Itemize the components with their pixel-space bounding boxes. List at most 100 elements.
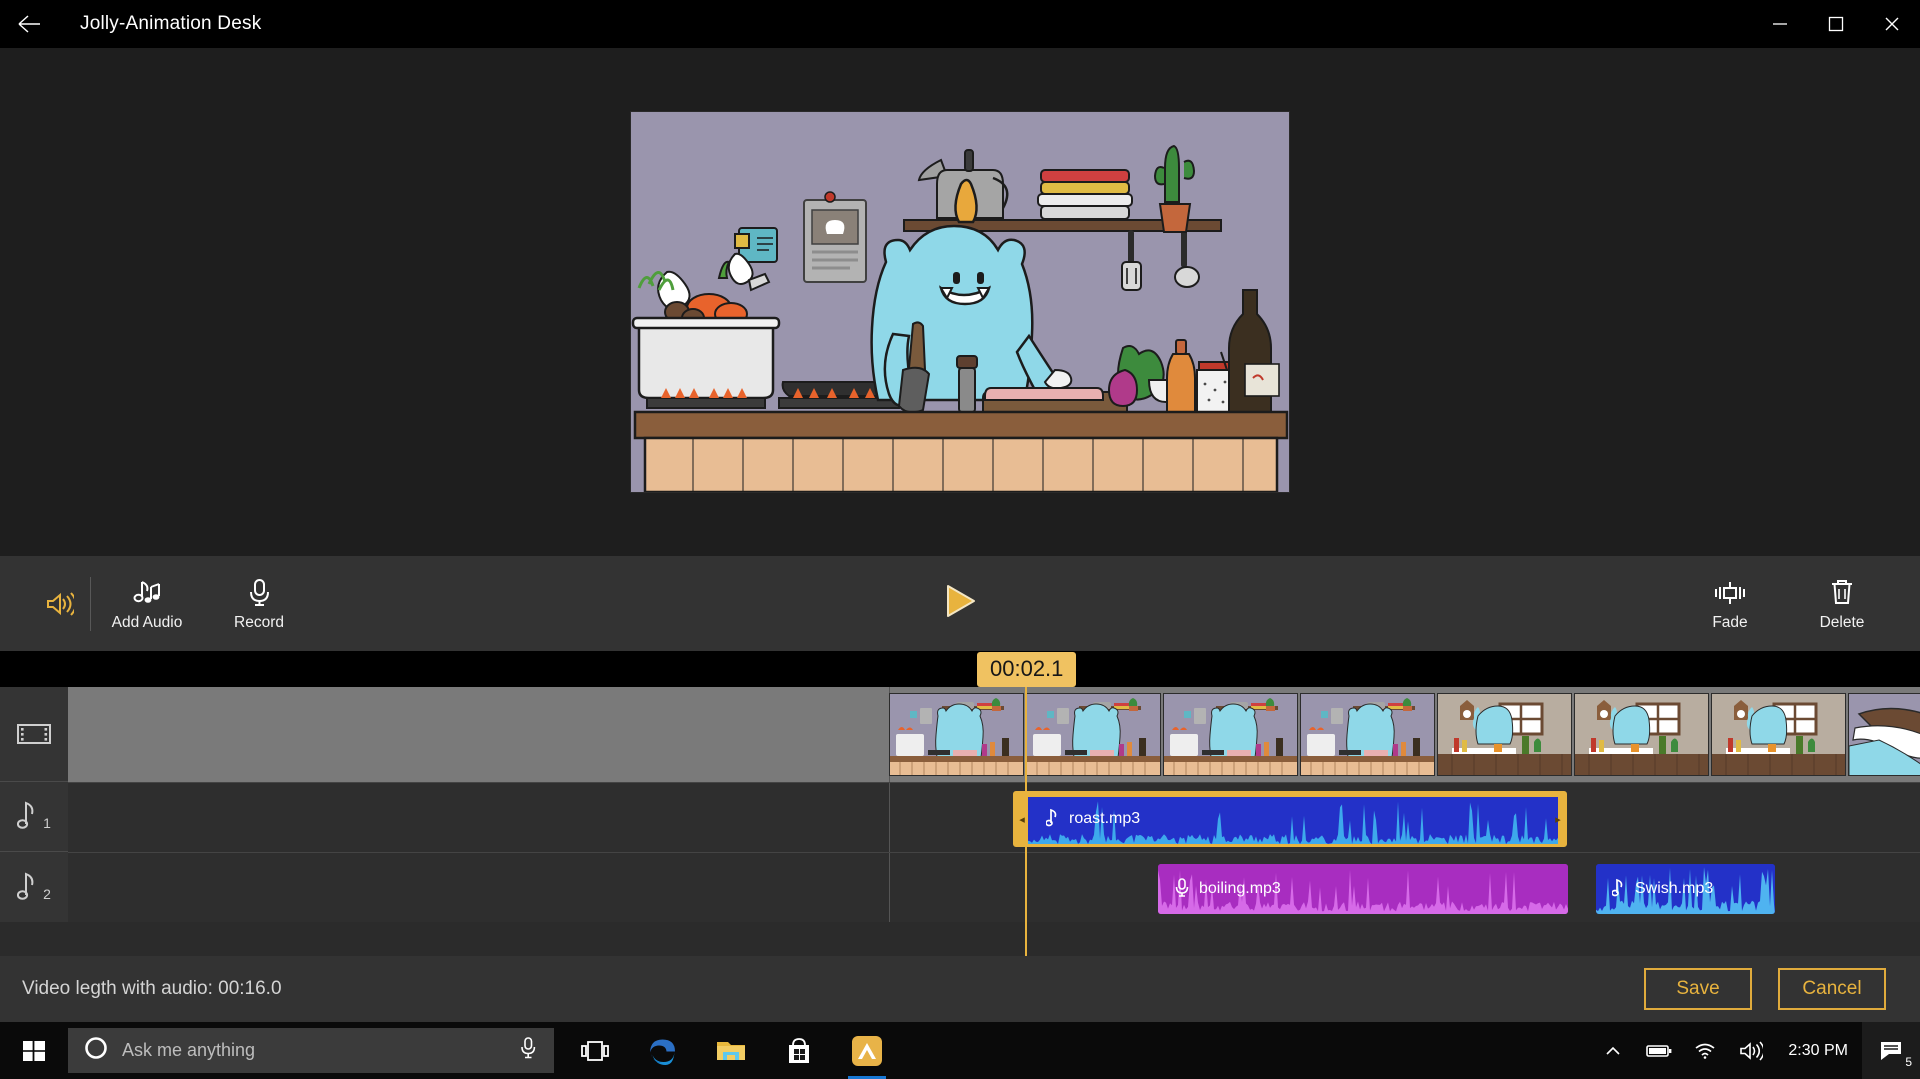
volume-icon[interactable] [1728, 1022, 1774, 1079]
title-bar: Jolly-Animation Desk [0, 0, 1920, 48]
task-view-icon [580, 1040, 610, 1062]
play-button[interactable] [943, 583, 977, 624]
music-note-icon [17, 798, 43, 835]
taskbar-apps [564, 1022, 898, 1079]
video-frame-thumbnail[interactable] [1848, 693, 1920, 776]
clip-label-roast: roast.mp3 [1030, 794, 1140, 844]
music-note-icon [1612, 877, 1626, 902]
film-strip-icon [16, 721, 52, 747]
video-frame-thumbnail[interactable] [1163, 693, 1298, 776]
notification-icon [1878, 1039, 1904, 1063]
save-button[interactable]: Save [1644, 968, 1752, 1010]
track-lane-audio2[interactable]: boiling.mp3 Swish.mp3 [68, 852, 1920, 922]
window-controls [1752, 0, 1920, 48]
video-frames-strip[interactable] [889, 693, 1920, 776]
action-center-button[interactable]: 5 [1862, 1022, 1920, 1079]
clip-label-swish: Swish.mp3 [1596, 864, 1713, 914]
record-label: Record [234, 614, 284, 632]
music-notes-icon [132, 576, 162, 606]
volume-button[interactable] [28, 591, 90, 617]
search-box[interactable]: Ask me anything [68, 1028, 554, 1073]
preview-stage [0, 48, 1920, 556]
app-root: Jolly-Animation Desk [0, 0, 1920, 1079]
battery-icon[interactable] [1636, 1022, 1682, 1079]
notification-count: 5 [1905, 1055, 1912, 1069]
back-arrow-icon [15, 10, 43, 38]
add-audio-label: Add Audio [112, 614, 183, 632]
video-frame-thumbnail[interactable] [1026, 693, 1161, 776]
status-bar: Video legth with audio: 00:16.0 Save Can… [0, 956, 1920, 1022]
clip-label-boiling: boiling.mp3 [1158, 864, 1281, 914]
file-explorer-icon [715, 1038, 747, 1064]
clip-name-boiling: boiling.mp3 [1199, 880, 1281, 898]
cortana-circle-icon [84, 1036, 108, 1065]
lane-start-marker [889, 853, 890, 922]
speaker-volume-icon [44, 591, 74, 617]
track-lane-audio1[interactable]: ◂ ▸ roast.mp3 [68, 782, 1920, 852]
video-frame-thumbnail[interactable] [1711, 693, 1846, 776]
track-head-audio1[interactable]: 1 [0, 782, 68, 852]
maximize-button[interactable] [1808, 0, 1864, 48]
microphone-icon [1174, 877, 1190, 902]
audio-clip-roast[interactable]: ◂ ▸ roast.mp3 [1013, 791, 1567, 847]
delete-label: Delete [1820, 614, 1865, 632]
video-frame-thumbnail[interactable] [1300, 693, 1435, 776]
toolbar-left-group: Add Audio Record [28, 556, 315, 651]
delete-button[interactable]: Delete [1786, 556, 1898, 651]
animation-desk-button[interactable] [836, 1022, 898, 1079]
monster-kitchen-scene [631, 112, 1290, 493]
track-lane-video[interactable] [68, 687, 1920, 782]
playhead[interactable] [1025, 687, 1027, 956]
fade-label: Fade [1712, 614, 1747, 632]
video-length-label: Video legth with audio: 00:16.0 [22, 978, 282, 1000]
taskbar-clock[interactable]: 2:30 PM [1774, 1042, 1862, 1060]
track-number-audio1: 1 [43, 815, 51, 831]
search-input[interactable]: Ask me anything [122, 1040, 504, 1061]
video-preview[interactable] [630, 111, 1290, 493]
music-note-icon [17, 869, 43, 906]
editor-toolbar: Add Audio Record [0, 556, 1920, 651]
animation-desk-icon [851, 1035, 883, 1067]
toolbar-right-group: Fade Delete [1674, 556, 1898, 651]
edge-browser-button[interactable] [632, 1022, 694, 1079]
trash-icon [1829, 576, 1855, 606]
microphone-icon[interactable] [518, 1036, 538, 1065]
wifi-icon[interactable] [1682, 1022, 1728, 1079]
windows-taskbar: Ask me anything [0, 1022, 1920, 1079]
playhead-time-badge: 00:02.1 [977, 652, 1076, 687]
maximize-icon [1825, 13, 1847, 35]
timeline: 0s10s 1 [0, 651, 1920, 956]
record-button[interactable]: Record [203, 556, 315, 651]
minimize-button[interactable] [1752, 0, 1808, 48]
cancel-button[interactable]: Cancel [1778, 968, 1886, 1010]
dialog-buttons: Save Cancel [1644, 968, 1886, 1010]
show-hidden-icons-chevron[interactable] [1590, 1022, 1636, 1079]
fade-button[interactable]: Fade [1674, 556, 1786, 651]
close-icon [1881, 13, 1903, 35]
track-number-audio2: 2 [43, 886, 51, 902]
windows-start-icon [22, 1039, 46, 1063]
music-note-icon [1046, 807, 1060, 832]
video-frame-thumbnail[interactable] [889, 693, 1024, 776]
add-audio-button[interactable]: Add Audio [91, 556, 203, 651]
timeline-top-strip [0, 651, 1920, 687]
close-button[interactable] [1864, 0, 1920, 48]
audio-clip-swish[interactable]: Swish.mp3 [1596, 864, 1775, 914]
track-head-audio2[interactable]: 2 [0, 852, 68, 922]
task-view-button[interactable] [564, 1022, 626, 1079]
track-head-video[interactable] [0, 687, 68, 782]
microphone-icon [246, 576, 272, 606]
clip-handle-right[interactable]: ▸ [1552, 794, 1564, 844]
video-frame-thumbnail[interactable] [1437, 693, 1572, 776]
start-button[interactable] [0, 1022, 68, 1079]
system-tray: 2:30 PM 5 [1590, 1022, 1920, 1079]
minimize-icon [1769, 13, 1791, 35]
file-explorer-button[interactable] [700, 1022, 762, 1079]
edge-browser-icon [648, 1036, 678, 1066]
video-frame-thumbnail[interactable] [1574, 693, 1709, 776]
audio-clip-boiling[interactable]: boiling.mp3 [1158, 864, 1568, 914]
clip-name-roast: roast.mp3 [1069, 810, 1140, 828]
microsoft-store-button[interactable] [768, 1022, 830, 1079]
play-triangle-icon [943, 583, 977, 619]
back-button[interactable] [0, 0, 58, 48]
